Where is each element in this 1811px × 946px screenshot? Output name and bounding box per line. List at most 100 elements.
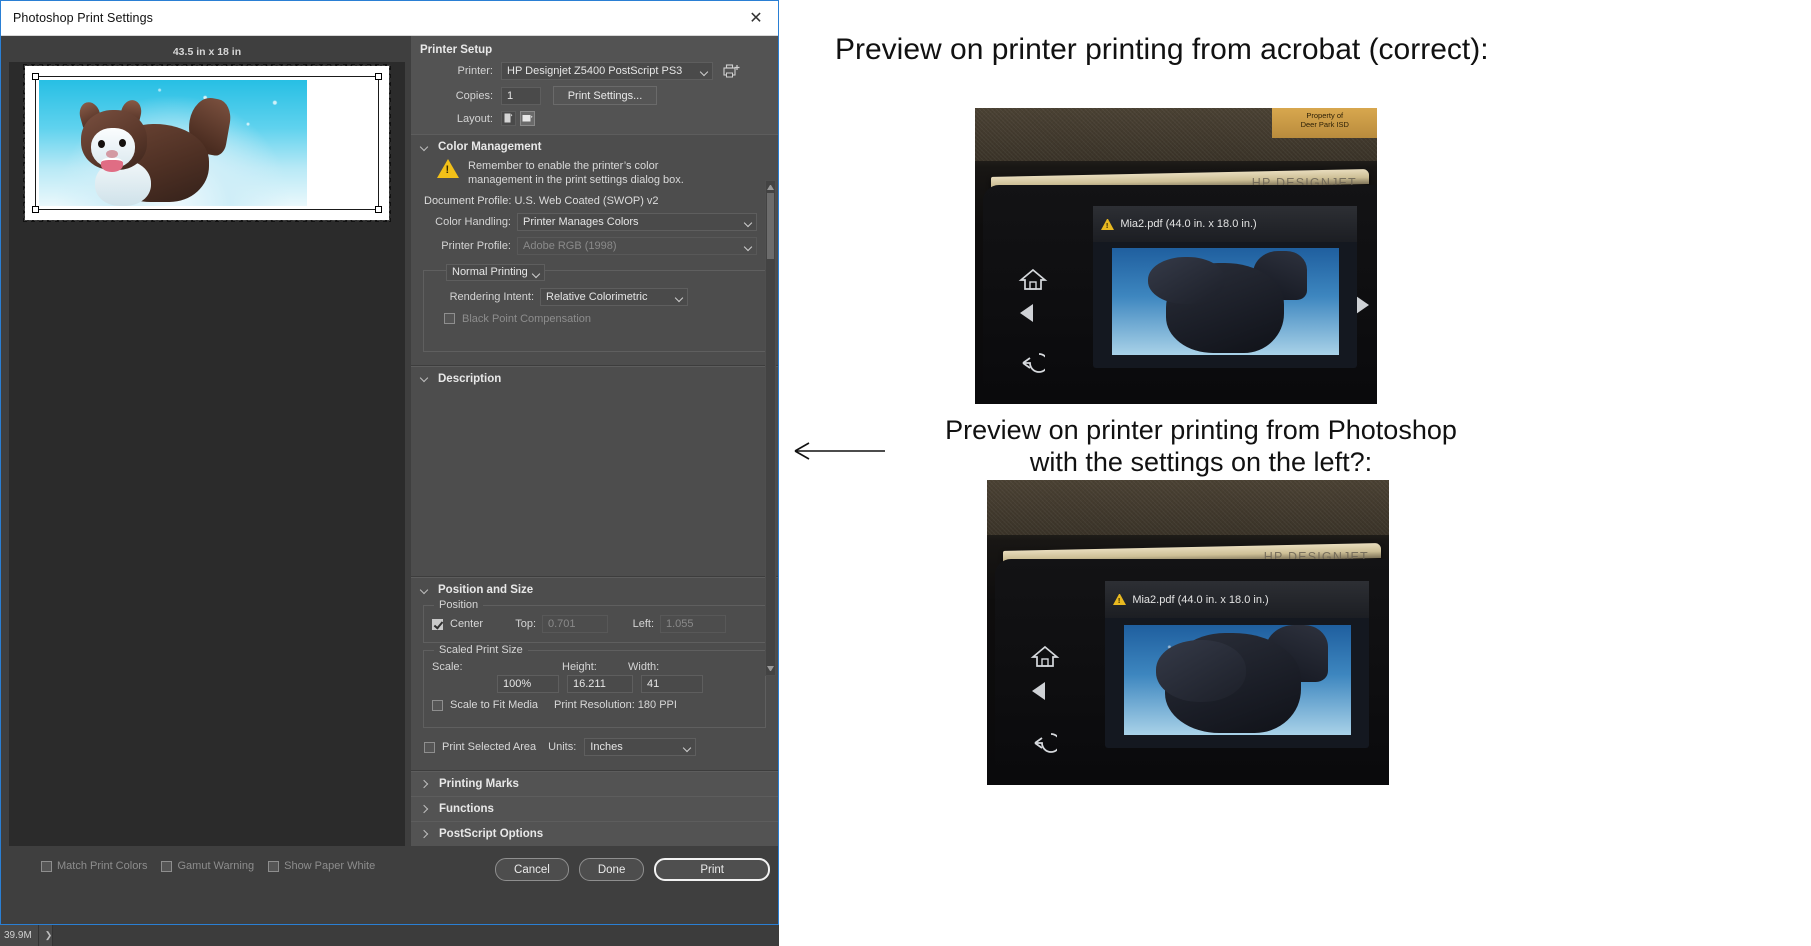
sticker-line-1: Property of xyxy=(1306,111,1344,120)
cancel-button[interactable]: Cancel xyxy=(495,858,569,881)
print-settings-panel: Printer Setup Printer: HP Designjet Z540… xyxy=(411,36,778,846)
scrollbar-up-arrow-icon[interactable] xyxy=(767,183,774,190)
left-arrow-icon[interactable] xyxy=(1032,682,1046,701)
scaled-labels-row: Scale: Height: Width: xyxy=(432,661,757,675)
printer-label: Printer: xyxy=(457,65,493,77)
left-arrow-icon[interactable] xyxy=(1020,304,1034,323)
printer-job-title-1: Mia2.pdf (44.0 in. x 18.0 in.) xyxy=(1120,218,1257,231)
scrollbar-down-arrow-icon[interactable] xyxy=(767,666,774,673)
rendering-intent-row: Rendering Intent: Relative Colorimetric xyxy=(432,285,757,309)
printer-select[interactable]: HP Designjet Z5400 PostScript PS3 xyxy=(501,62,713,80)
home-icon[interactable] xyxy=(1018,266,1048,292)
scale-to-fit-label: Scale to Fit Media xyxy=(450,699,539,711)
units-select[interactable]: Inches xyxy=(584,738,697,756)
color-handling-select[interactable]: Printer Manages Colors xyxy=(517,212,757,231)
annotation-bottom-line-1: Preview on printer printing from Photosh… xyxy=(945,415,1457,445)
color-management-heading[interactable]: Color Management xyxy=(411,135,778,158)
chevron-down-icon[interactable] xyxy=(420,143,429,152)
landscape-orientation-icon[interactable] xyxy=(520,111,535,126)
print-resolution-text: Print Resolution: 180 PPI xyxy=(554,699,677,711)
rendering-intent-select[interactable]: Relative Colorimetric xyxy=(540,287,688,306)
resize-handle-bottom-right[interactable] xyxy=(375,206,382,213)
dialog-footer: Match Print Colors Gamut Warning Show Pa… xyxy=(1,846,778,924)
scrollbar-thumb[interactable] xyxy=(767,193,774,259)
black-point-label: Black Point Compensation xyxy=(462,312,592,325)
wall-texture-2 xyxy=(987,480,1389,535)
settings-scrollbar[interactable] xyxy=(765,180,776,676)
add-printer-icon[interactable] xyxy=(723,63,741,79)
printer-screen-2[interactable]: Mia2.pdf (44.0 in. x 18.0 in.) xyxy=(1105,581,1370,749)
postscript-options-section[interactable]: PostScript Options xyxy=(411,821,778,846)
back-arrow-icon[interactable] xyxy=(1029,729,1061,753)
annotation-bottom-text: Preview on printer printing from Photosh… xyxy=(881,415,1521,479)
width-input[interactable]: 41 xyxy=(641,675,703,693)
chevron-right-icon[interactable] xyxy=(421,805,430,814)
top-input: 0.701 xyxy=(542,615,608,633)
scale-fit-row: Scale to Fit Media Print Resolution: 180… xyxy=(432,693,757,711)
center-checkbox[interactable] xyxy=(432,618,443,630)
print-selected-area-label: Print Selected Area xyxy=(442,741,537,753)
printer-preview-canvas-1 xyxy=(1111,248,1339,356)
functions-section[interactable]: Functions xyxy=(411,796,778,821)
resize-handle-top-right[interactable] xyxy=(375,73,382,80)
chevron-right-icon[interactable] xyxy=(421,780,430,789)
printer-photo-acrobat: Property of Deer Park ISD HP DESIGNJET !… xyxy=(975,108,1377,404)
close-icon[interactable]: ✕ xyxy=(734,1,778,36)
annotation-bottom-line-2: with the settings on the left?: xyxy=(1029,446,1373,477)
description-heading-label: Description xyxy=(438,372,502,385)
printing-marks-section[interactable]: Printing Marks xyxy=(411,771,778,796)
position-size-heading[interactable]: Position and Size xyxy=(411,578,778,601)
printer-photo-2-body: HP DESIGNJET Mia2.pdf (44.0 in. x 18.0 i… xyxy=(987,480,1389,785)
functions-label: Functions xyxy=(439,803,494,815)
resize-handle-top-left[interactable] xyxy=(32,73,39,80)
color-handling-row: Color Handling: Printer Manages Colors xyxy=(411,210,778,234)
dialog-title-bar: Photoshop Print Settings ✕ xyxy=(1,1,778,36)
color-handling-label: Color Handling: xyxy=(435,215,511,228)
dog-nose xyxy=(106,150,118,158)
copies-input[interactable]: 1 xyxy=(501,86,541,105)
position-group-title: Position xyxy=(434,599,484,611)
width-label: Width: xyxy=(628,661,660,673)
print-settings-button[interactable]: Print Settings... xyxy=(553,86,657,105)
left-label: Left: xyxy=(632,618,654,630)
gamut-warning-label: Gamut Warning xyxy=(177,860,255,872)
chevron-right-icon[interactable] xyxy=(421,830,430,839)
preview-stage[interactable] xyxy=(9,62,405,846)
right-arrow-icon[interactable] xyxy=(1356,295,1370,314)
chevron-down-icon[interactable] xyxy=(420,586,429,595)
scale-label: Scale: xyxy=(432,661,463,673)
status-bar-empty-area xyxy=(52,925,779,946)
printer-preview-canvas-2 xyxy=(1123,624,1351,735)
print-selected-area-checkbox[interactable] xyxy=(424,741,435,753)
match-print-colors-option: Match Print Colors xyxy=(41,860,147,872)
printer-profile-label: Printer Profile: xyxy=(441,239,511,252)
warning-triangle-icon xyxy=(1113,594,1127,606)
warning-text-line-2: management in the print settings dialog … xyxy=(468,174,684,187)
print-mode-select[interactable]: Normal Printing xyxy=(446,263,545,281)
height-input[interactable]: 16.211 xyxy=(567,675,633,693)
print-button[interactable]: Print xyxy=(654,858,770,881)
postscript-options-label: PostScript Options xyxy=(439,828,544,840)
height-label: Height: xyxy=(562,661,597,673)
color-management-panel: Color Management Remember to enable the … xyxy=(411,134,778,366)
show-paper-white-checkbox xyxy=(268,860,280,872)
black-point-checkbox xyxy=(444,313,455,325)
top-label: Top: xyxy=(515,618,536,630)
printer-preview-image-2 xyxy=(1123,624,1351,735)
back-arrow-icon[interactable] xyxy=(1017,349,1049,373)
portrait-orientation-icon[interactable] xyxy=(501,111,516,126)
printer-screen-1[interactable]: Mia2.pdf (44.0 in. x 18.0 in.) xyxy=(1093,206,1358,369)
scale-input[interactable]: 100% xyxy=(497,675,559,693)
chevron-down-icon[interactable] xyxy=(420,374,429,383)
description-heading[interactable]: Description xyxy=(411,367,778,390)
scaled-print-size-title: Scaled Print Size xyxy=(434,644,528,656)
done-button[interactable]: Done xyxy=(578,858,645,881)
resize-handle-bottom-left[interactable] xyxy=(32,206,39,213)
chevron-right-icon[interactable]: ❯ xyxy=(45,930,53,941)
scale-to-fit-checkbox[interactable] xyxy=(432,699,443,711)
rendering-intent-label: Rendering Intent: xyxy=(449,290,534,303)
warning-triangle-icon xyxy=(1101,218,1115,230)
left-arrow-icon xyxy=(794,442,885,460)
property-sticker: Property of Deer Park ISD xyxy=(1272,108,1377,138)
home-icon[interactable] xyxy=(1030,643,1060,669)
